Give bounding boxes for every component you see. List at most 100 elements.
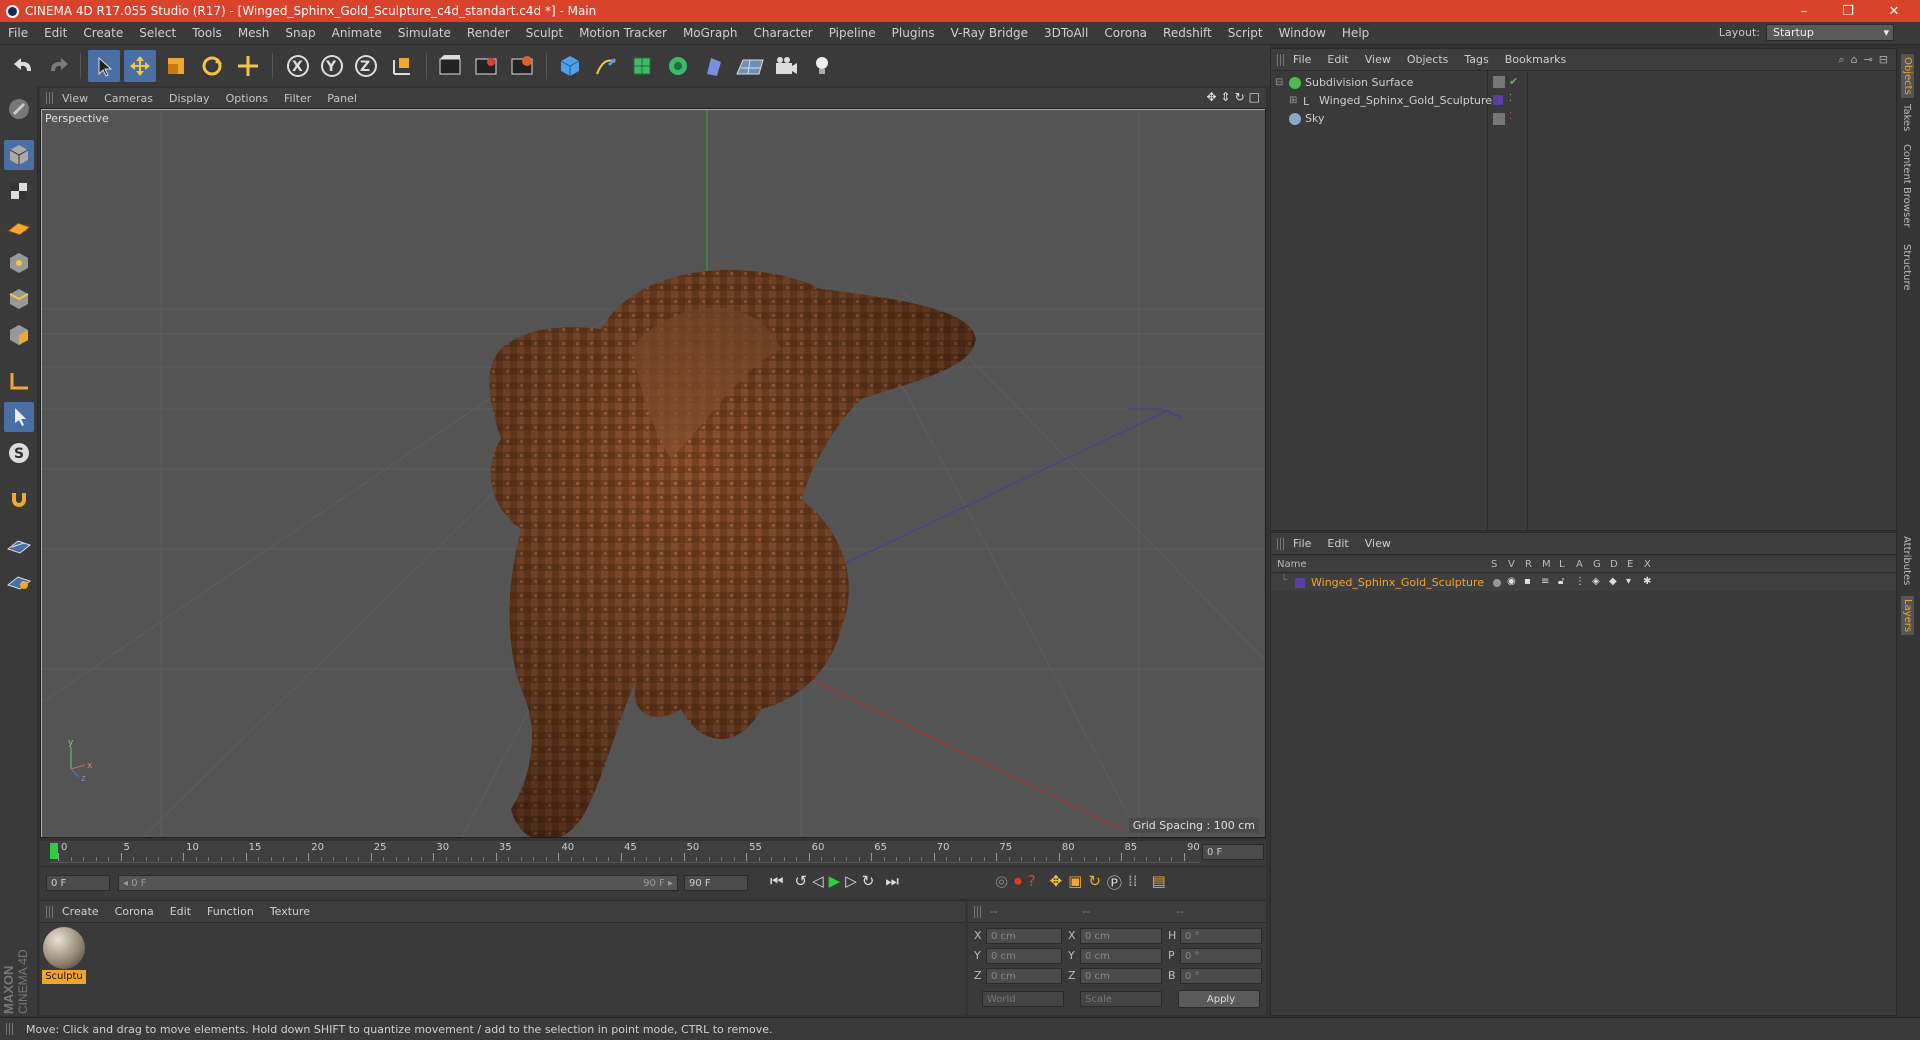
layer-color-swatch[interactable] — [1295, 578, 1305, 588]
material-menu-corona[interactable]: Corona — [107, 905, 162, 918]
coord-pos-z-field[interactable]: 0 cm — [986, 968, 1062, 984]
layer-menu-edit[interactable]: Edit — [1319, 537, 1356, 550]
scale-tool-icon[interactable] — [160, 50, 192, 82]
column-animation[interactable]: A — [1576, 559, 1583, 570]
camera-icon[interactable] — [770, 50, 802, 82]
snap-magnet-icon[interactable] — [4, 484, 34, 514]
menu-help[interactable]: Help — [1334, 26, 1377, 40]
play-forward-icon[interactable]: ▶ — [829, 872, 841, 890]
timeline-ruler[interactable]: 0 5 10 15 20 25 30 35 40 45 50 55 60 65 70 75 80 85 90 0 F — [40, 841, 1266, 865]
redo-icon[interactable] — [42, 50, 74, 82]
go-to-start-icon[interactable]: ⏮ — [770, 872, 784, 890]
key-scale-icon[interactable]: ▣ — [1068, 872, 1082, 893]
object-menu-bookmarks[interactable]: Bookmarks — [1497, 53, 1574, 66]
layer-color-swatch[interactable] — [1493, 95, 1503, 105]
viewport-perspective[interactable]: y xz Perspective Grid Spacing : 100 cm — [40, 108, 1266, 838]
cube-primitive-icon[interactable] — [554, 50, 586, 82]
menu-pipeline[interactable]: Pipeline — [821, 26, 884, 40]
menu-3dtoall[interactable]: 3DToAll — [1036, 26, 1096, 40]
object-menu-objects[interactable]: Objects — [1399, 53, 1457, 66]
generators-toggle-icon[interactable]: ◈ — [1592, 576, 1600, 587]
restore-button[interactable]: ❐ — [1826, 0, 1870, 22]
layer-menu-view[interactable]: View — [1357, 537, 1399, 550]
layout-select[interactable]: Startup ▾ — [1766, 24, 1894, 41]
menu-character[interactable]: Character — [745, 26, 820, 40]
motion-record-icon[interactable]: ◎ — [995, 872, 1008, 893]
coord-size-z-field[interactable]: 0 cm — [1080, 968, 1162, 984]
menu-select[interactable]: Select — [131, 26, 184, 40]
go-to-end-icon[interactable]: ⏭ — [885, 872, 899, 890]
link-icon[interactable]: ⊸ — [1864, 53, 1873, 67]
panel-grip-icon[interactable] — [46, 92, 54, 104]
column-visible[interactable]: V — [1508, 559, 1515, 570]
playhead-marker[interactable] — [50, 843, 58, 859]
menu-mesh[interactable]: Mesh — [230, 26, 278, 40]
sphinx-model[interactable] — [489, 269, 976, 838]
material-menu-function[interactable]: Function — [199, 905, 262, 918]
visibility-dots-icon[interactable]: ⁚ — [1509, 93, 1512, 104]
tweak-mode-icon[interactable] — [4, 402, 34, 432]
menu-edit[interactable]: Edit — [36, 26, 75, 40]
material-menu-texture[interactable]: Texture — [262, 905, 318, 918]
pan-view-icon[interactable]: ✥ — [1206, 90, 1216, 104]
apply-button[interactable]: Apply — [1178, 990, 1260, 1008]
object-row[interactable]: ⊞ L Winged_Sphinx_Gold_Sculpture ⁚ — [1275, 93, 1895, 111]
deformers-toggle-icon[interactable]: ◆ — [1609, 576, 1617, 587]
menu-motion-tracker[interactable]: Motion Tracker — [571, 26, 675, 40]
object-menu-edit[interactable]: Edit — [1319, 53, 1356, 66]
viewport-menu-options[interactable]: Options — [218, 92, 276, 105]
editor-visibility-icon[interactable] — [1493, 113, 1505, 125]
x-axis-lock-icon[interactable]: X — [282, 50, 314, 82]
deformer-icon[interactable] — [698, 50, 730, 82]
manager-toggle-icon[interactable]: ≡ — [1541, 576, 1549, 587]
coordinate-system-icon[interactable] — [386, 50, 418, 82]
tab-objects[interactable]: Objects — [1901, 54, 1914, 98]
polygons-mode-icon[interactable] — [4, 320, 34, 350]
axis-mode-icon[interactable] — [4, 366, 34, 396]
column-locked[interactable]: L — [1559, 559, 1565, 570]
orbit-view-icon[interactable]: ↻ — [1235, 90, 1245, 104]
panel-grip-icon[interactable] — [46, 905, 54, 918]
make-editable-icon[interactable] — [4, 94, 34, 124]
menu-redshift[interactable]: Redshift — [1155, 26, 1220, 40]
viewport-menu-view[interactable]: View — [54, 92, 96, 105]
menu-script[interactable]: Script — [1220, 26, 1271, 40]
coord-space-select[interactable]: World — [982, 991, 1064, 1007]
tab-attributes[interactable]: Attributes — [1901, 536, 1912, 585]
key-parameter-icon[interactable]: Ⓟ — [1107, 872, 1122, 893]
menu-create[interactable]: Create — [75, 26, 131, 40]
column-render[interactable]: R — [1525, 559, 1532, 570]
transform-tool-icon[interactable] — [232, 50, 264, 82]
panel-grip-icon[interactable] — [1277, 537, 1285, 550]
render-settings-icon[interactable] — [506, 50, 538, 82]
tab-layers[interactable]: Layers — [1901, 596, 1914, 636]
previous-frame-icon[interactable]: ◁ — [812, 872, 824, 890]
editor-visibility-icon[interactable] — [1493, 76, 1505, 88]
coord-mode-select[interactable]: Scale — [1080, 991, 1162, 1007]
coord-size-y-field[interactable]: 0 cm — [1080, 948, 1162, 964]
material-swatch[interactable]: Sculptu — [42, 926, 86, 986]
viewport-menu-display[interactable]: Display — [161, 92, 218, 105]
move-tool-icon[interactable] — [124, 50, 156, 82]
menu-animate[interactable]: Animate — [324, 26, 390, 40]
current-frame-field[interactable]: 0 F — [46, 875, 110, 891]
coord-size-x-field[interactable]: 0 cm — [1080, 928, 1162, 944]
dolly-view-icon[interactable]: ⇕ — [1221, 90, 1231, 104]
column-solo[interactable]: S — [1491, 559, 1497, 570]
z-axis-lock-icon[interactable]: Z — [350, 50, 382, 82]
viewport-menu-cameras[interactable]: Cameras — [96, 92, 161, 105]
floor-scene-icon[interactable] — [734, 50, 766, 82]
object-menu-file[interactable]: File — [1285, 53, 1319, 66]
menu-file[interactable]: File — [0, 26, 36, 40]
key-position-icon[interactable]: ✥ — [1050, 872, 1063, 893]
workplane-lock-icon[interactable] — [4, 530, 34, 560]
menu-render[interactable]: Render — [459, 26, 518, 40]
object-menu-tags[interactable]: Tags — [1456, 53, 1496, 66]
object-menu-view[interactable]: View — [1357, 53, 1399, 66]
solo-toggle-icon[interactable] — [1493, 579, 1501, 587]
layer-row[interactable]: └ Winged_Sphinx_Gold_Sculpture ◉ ▪ ≡ 🔓︎ … — [1271, 575, 1896, 591]
autokey-icon[interactable]: ? — [1028, 872, 1036, 893]
material-menu-create[interactable]: Create — [54, 905, 107, 918]
menu-vray-bridge[interactable]: V-Ray Bridge — [943, 26, 1036, 40]
go-to-previous-key-icon[interactable]: ↺ — [795, 872, 808, 890]
